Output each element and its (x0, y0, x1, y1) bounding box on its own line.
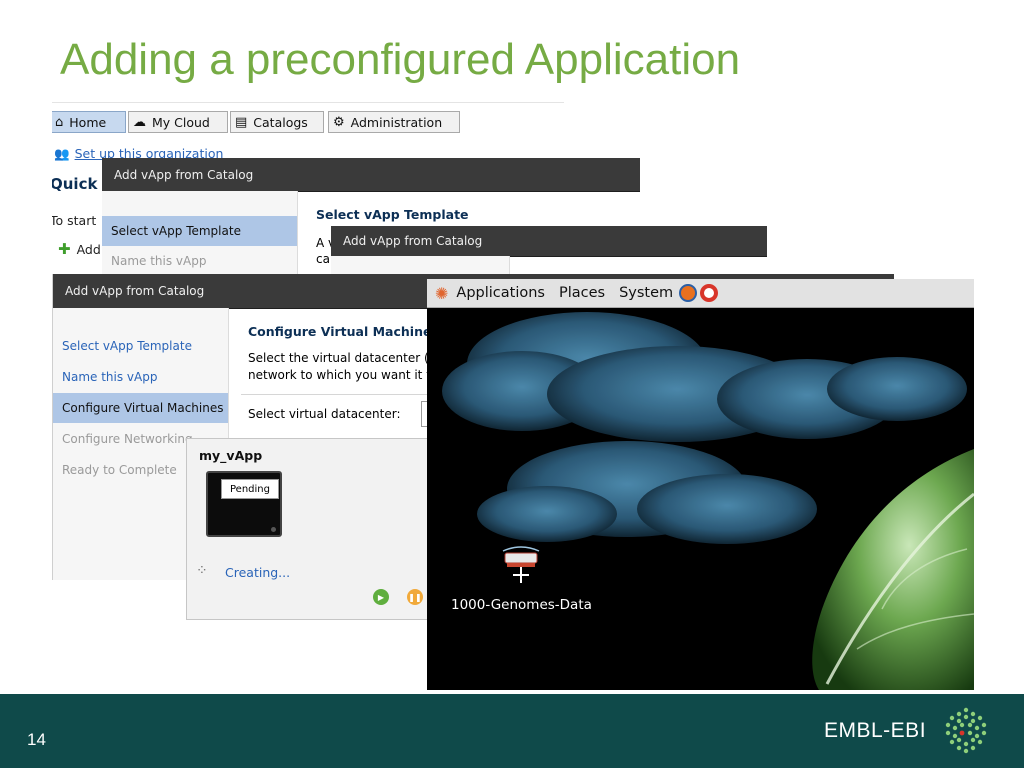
vm-thumbnail[interactable]: Pending (206, 471, 282, 537)
slide-title: Adding a preconfigured Application (60, 35, 741, 84)
datacenter-label: Select virtual datacenter: (248, 407, 401, 421)
catalog-icon: ▤ (235, 114, 248, 130)
embl-ebi-logo-icon (945, 707, 987, 754)
spinner-icon: ⁘ (196, 563, 208, 579)
plus-icon: ✚ (58, 240, 71, 258)
step-name-vapp: Name this vApp (111, 254, 207, 268)
tab-catalogs-label: Catalogs (253, 114, 308, 130)
page-number: 14 (27, 730, 46, 749)
menu-places[interactable]: Places (559, 285, 605, 301)
ubuntu-logo-icon: ✺ (435, 283, 449, 303)
slide-footer: 14 EMBL-EBI (0, 694, 1024, 768)
step-select-vapp-template[interactable]: Select vApp Template (53, 331, 228, 361)
add-link-label: Add (76, 242, 101, 257)
users-icon: 👥 (54, 146, 70, 161)
brand-name: EMBL-EBI (824, 719, 927, 742)
ubuntu-top-panel: ✺ Applications Places System (427, 279, 974, 308)
play-icon[interactable]: ▶ (373, 589, 389, 605)
dialog-back-body-2: ca (316, 252, 330, 266)
dialog-mid-title: Add vApp from Catalog (343, 234, 483, 248)
tab-administration-label: Administration (350, 114, 443, 130)
tab-home[interactable]: ⌂ Home (52, 111, 126, 133)
to-start-text: To start (52, 213, 97, 228)
status-badge: Pending (221, 479, 279, 499)
tab-home-label: Home (69, 114, 107, 130)
tab-administration[interactable]: ⚙ Administration (328, 111, 460, 133)
menu-applications[interactable]: Applications (456, 285, 545, 301)
dialog-back-heading: Select vApp Template (316, 207, 469, 222)
admin-icon: ⚙ (333, 114, 345, 130)
ubuntu-desktop-screenshot: ✺ Applications Places System 1000-Genome… (427, 279, 974, 690)
dialog-front-desc-1: Select the virtual datacenter ( (248, 351, 429, 365)
dialog-mid-titlebar: Add vApp from Catalog (331, 226, 767, 257)
vapp-name: my_vApp (199, 448, 263, 463)
dialog-back-steps: Select vApp Template Name this vApp (102, 191, 298, 276)
tab-my-cloud-label: My Cloud (152, 114, 210, 130)
tab-my-cloud[interactable]: ☁ My Cloud (128, 111, 228, 133)
home-icon: ⌂ (55, 114, 64, 130)
firefox-icon[interactable] (679, 284, 698, 302)
dialog-front-heading: Configure Virtual Machine (248, 324, 432, 339)
cloud-icon: ☁ (133, 114, 146, 130)
dialog-back-title: Add vApp from Catalog (114, 167, 254, 182)
step-name-vapp[interactable]: Name this vApp (53, 362, 228, 392)
creating-status: Creating... (225, 565, 291, 580)
power-led (271, 527, 276, 532)
step-configure-vms[interactable]: Configure Virtual Machines (53, 393, 228, 423)
quick-heading: Quick (52, 175, 98, 193)
dialog-back-titlebar: Add vApp from Catalog (102, 158, 640, 192)
help-icon[interactable] (700, 284, 719, 302)
pause-icon[interactable]: ❚❚ (407, 589, 423, 605)
vapp-card[interactable]: my_vApp Pending ⁘ Creating... ▶ ❚❚ (186, 438, 434, 620)
dialog-front-title: Add vApp from Catalog (65, 284, 205, 298)
step-select-vapp-template[interactable]: Select vApp Template (102, 216, 297, 246)
desktop-wallpaper (427, 279, 974, 690)
menu-system[interactable]: System (619, 285, 673, 301)
desktop-icon-label[interactable]: 1000-Genomes-Data (451, 597, 592, 613)
dialog-front-desc-2: network to which you want it t (248, 368, 431, 382)
tab-catalogs[interactable]: ▤ Catalogs (230, 111, 324, 133)
add-link[interactable]: ✚ Add (58, 240, 101, 258)
